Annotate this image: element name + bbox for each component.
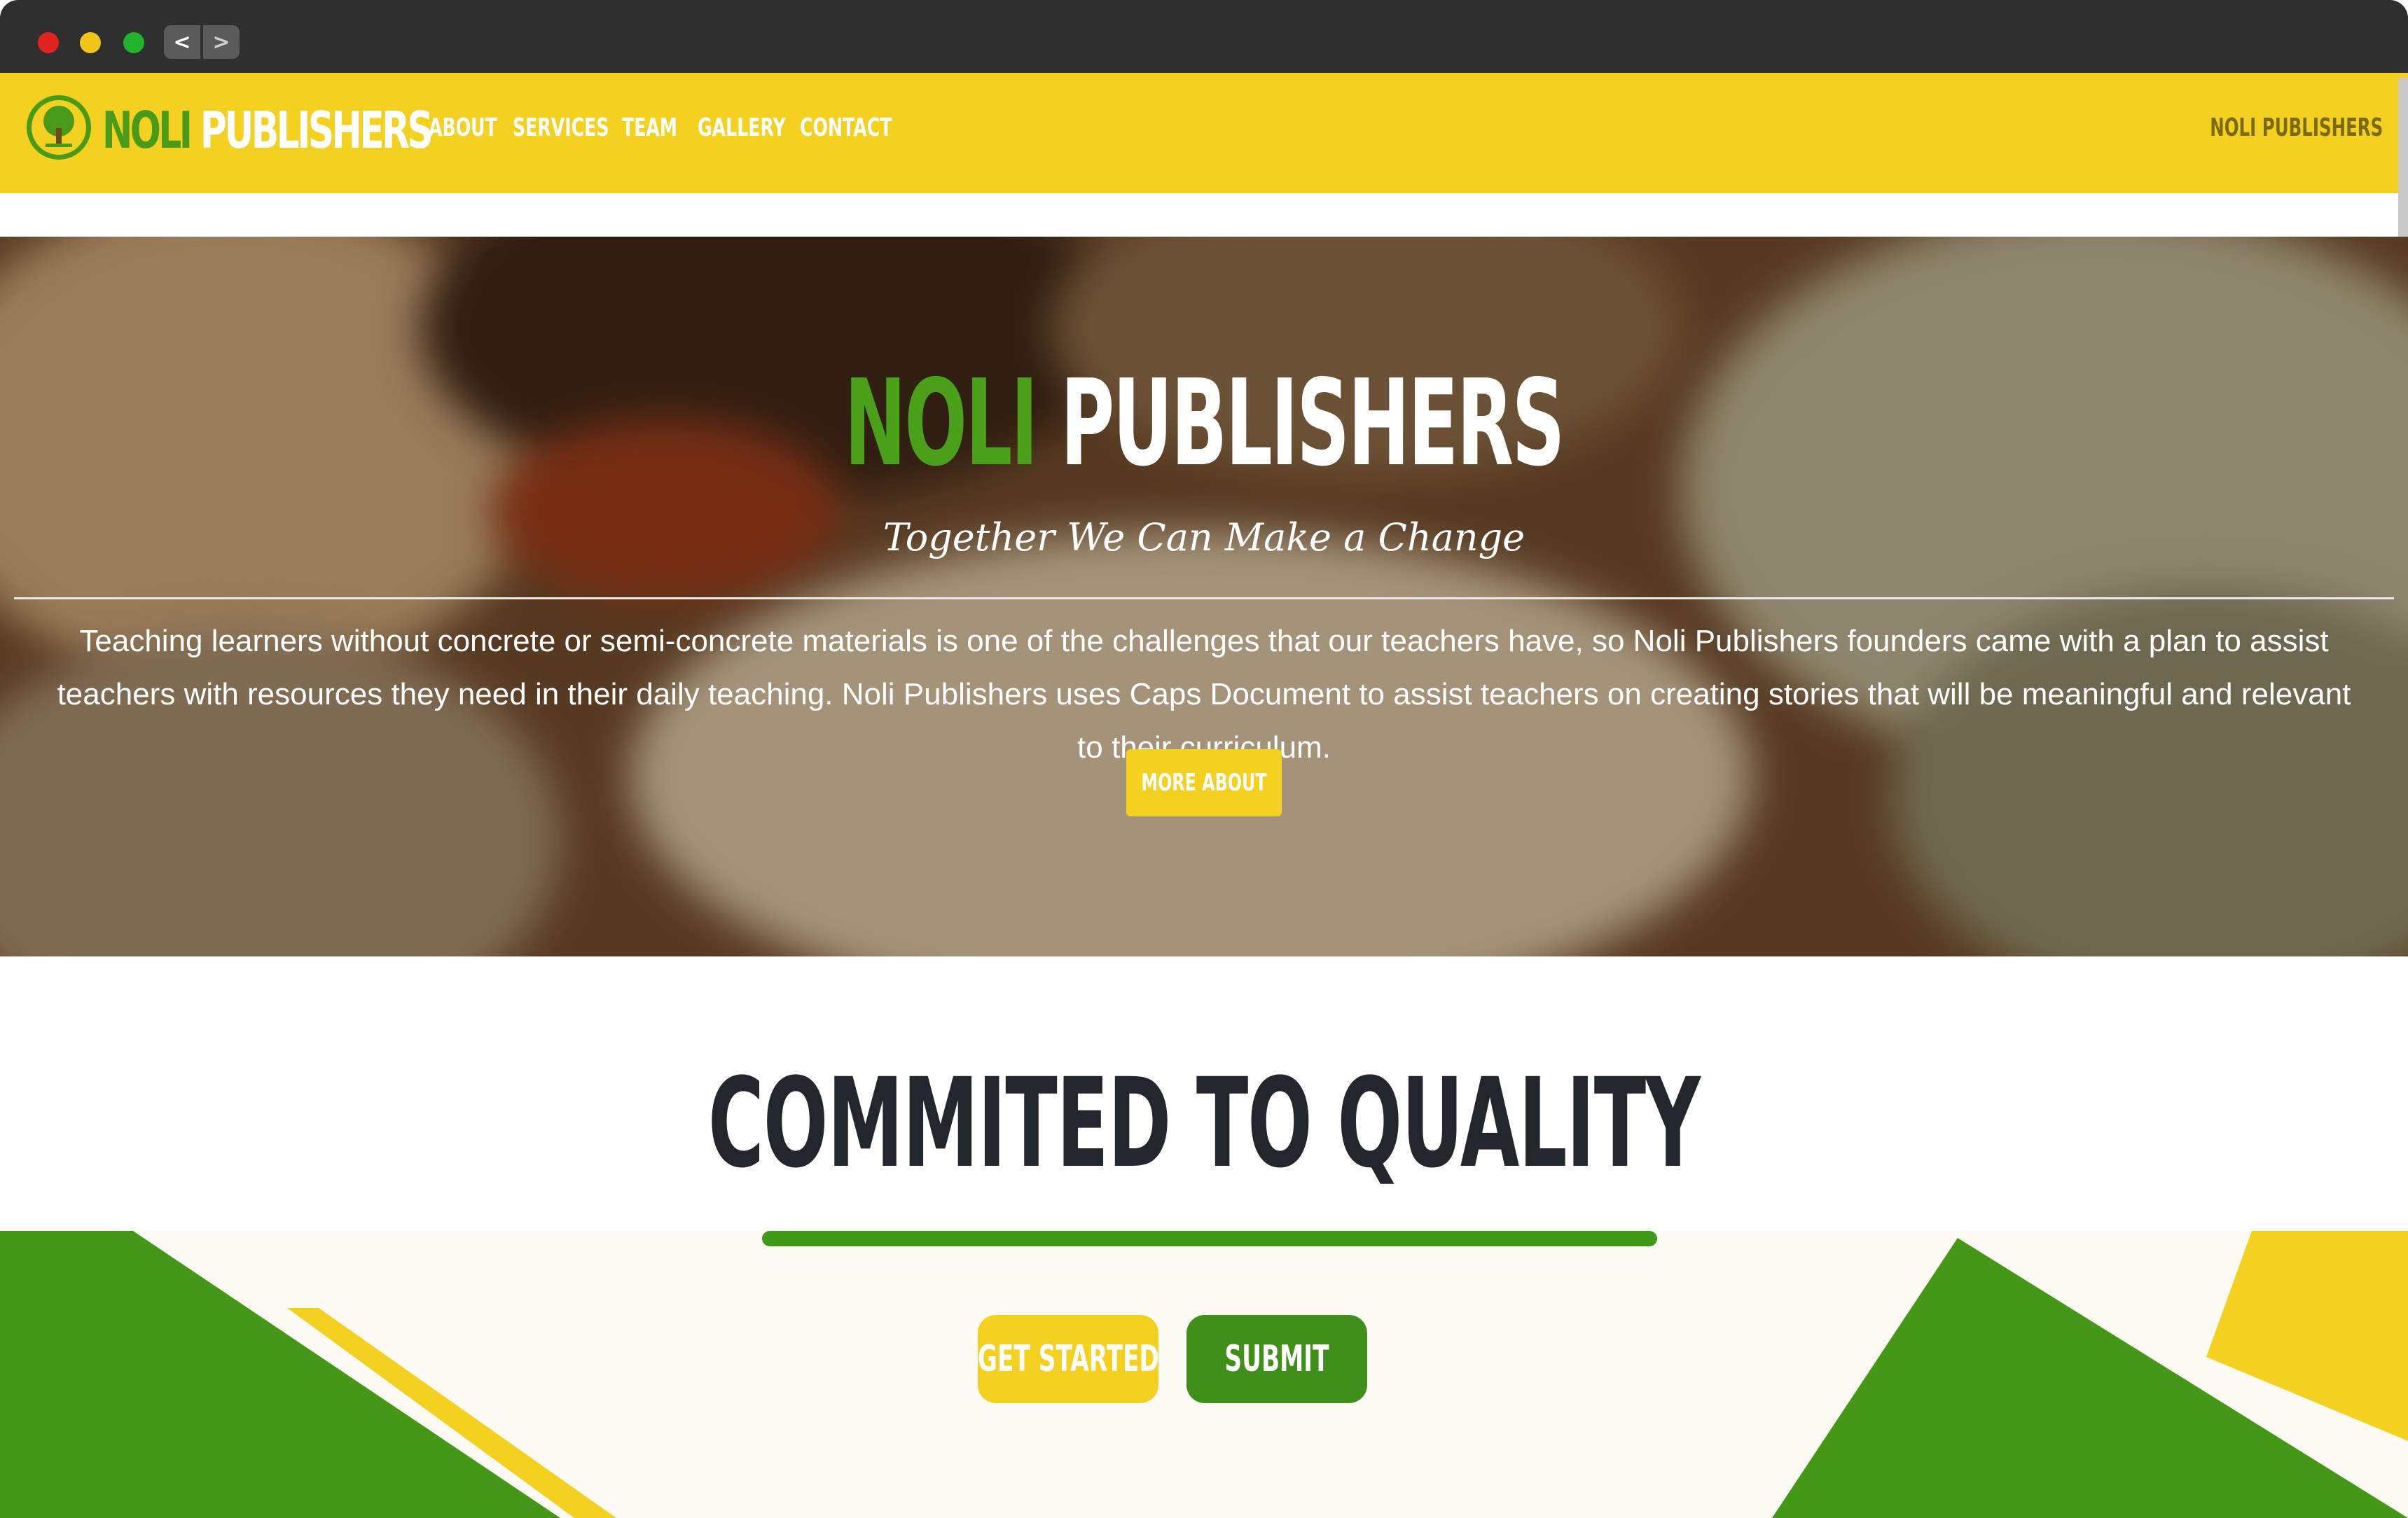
back-button[interactable]: <	[164, 25, 200, 59]
heading-underline	[762, 1231, 1657, 1246]
green-shape-left	[0, 1231, 560, 1518]
hero-section: NOLI PUBLISHERS Together We Can Make a C…	[0, 237, 2408, 956]
submit-button[interactable]: SUBMIT	[1186, 1315, 1367, 1403]
brand-second-word: PUBLISHERS	[200, 101, 434, 160]
section-heading-text: COMMITED TO QUALITY	[708, 1052, 1701, 1195]
nav-contact[interactable]: CONTACT	[800, 113, 892, 142]
main-nav: ABOUT SERVICES TEAM GALLERY CONTACT	[429, 113, 905, 142]
header-right-brand[interactable]: NOLI PUBLISHERS	[2210, 113, 2383, 142]
hero-divider	[14, 597, 2394, 599]
more-about-label: MORE ABOUT	[1141, 769, 1267, 797]
brand-logo-text[interactable]: NOLI PUBLISHERS	[102, 101, 434, 160]
hero-tagline: Together We Can Make a Change	[883, 515, 1525, 559]
get-started-label: GET STARTED	[977, 1338, 1159, 1380]
yellow-shape-right	[2206, 1231, 2408, 1441]
submit-label: SUBMIT	[1224, 1338, 1329, 1380]
section-heading: COMMITED TO QUALITY	[0, 1052, 2408, 1195]
nav-about[interactable]: ABOUT	[429, 113, 497, 142]
forward-button[interactable]: >	[203, 25, 240, 59]
nav-team[interactable]: TEAM	[622, 113, 677, 142]
nav-gallery[interactable]: GALLERY	[698, 113, 786, 142]
more-about-button[interactable]: MORE ABOUT	[1126, 749, 1282, 816]
nav-services[interactable]: SERVICES	[513, 113, 609, 142]
minimize-window-icon[interactable]	[80, 32, 101, 53]
hero-title-first: NOLI	[844, 354, 1039, 493]
browser-chrome: < >	[0, 0, 2408, 73]
hero-overlay	[0, 237, 2408, 956]
site-header: NOLI PUBLISHERS ABOUT SERVICES TEAM GALL…	[0, 73, 2408, 193]
get-started-button[interactable]: GET STARTED	[977, 1315, 1159, 1403]
maximize-window-icon[interactable]	[123, 32, 144, 53]
brand-first-word: NOLI	[102, 101, 193, 160]
close-window-icon[interactable]	[38, 32, 59, 53]
hero-title-second: PUBLISHERS	[1060, 354, 1565, 493]
tree-icon[interactable]	[27, 95, 91, 160]
hero-title: NOLI PUBLISHERS	[0, 354, 2408, 493]
